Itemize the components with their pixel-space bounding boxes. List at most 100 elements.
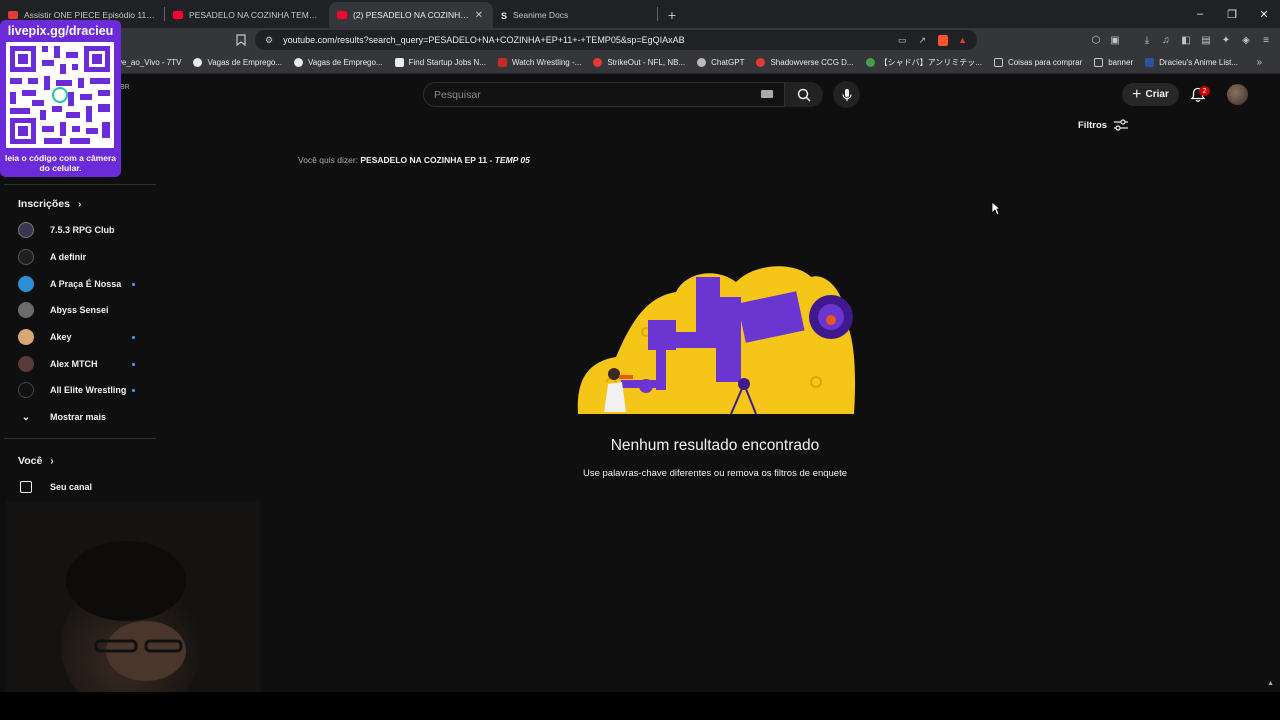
bookmark-favicon-icon bbox=[497, 58, 507, 67]
bookmark-label: Find Startup Jobs N... bbox=[408, 58, 486, 67]
brave-rewards-icon[interactable]: ▲ bbox=[958, 35, 967, 45]
address-bar[interactable]: ⚙ youtube.com/results?search_query=PESAD… bbox=[255, 30, 977, 50]
new-content-dot bbox=[132, 389, 135, 392]
folder-icon bbox=[1094, 58, 1104, 67]
sidebar-subscription[interactable]: A definir bbox=[18, 246, 138, 268]
bookmark-folder[interactable]: banner bbox=[1094, 58, 1133, 67]
bookmark-label: StrikeOut - NFL, NB... bbox=[607, 58, 686, 67]
cast-icon[interactable]: ▭ bbox=[898, 35, 907, 46]
channel-name: A definir bbox=[50, 252, 87, 262]
new-tab-button[interactable]: + bbox=[658, 2, 686, 28]
folder-icon bbox=[993, 58, 1003, 67]
sidebar-subscription[interactable]: A Praça É Nossa bbox=[18, 273, 138, 295]
bookmark-folder[interactable]: Coisas para comprar bbox=[993, 58, 1083, 67]
tab-close-icon[interactable]: ✕ bbox=[473, 10, 485, 21]
sidebar-subscription[interactable]: Akey bbox=[18, 326, 138, 348]
bookmark-label: ve_ao_Vivo - 7TV bbox=[118, 58, 182, 67]
bookmark-item[interactable]: Shadowverse CCG D... bbox=[756, 58, 854, 67]
account-avatar[interactable] bbox=[1227, 84, 1248, 105]
more-bookmarks-icon[interactable]: » bbox=[1256, 57, 1262, 68]
chevron-right-icon: › bbox=[50, 455, 54, 467]
bookmark-item[interactable]: 【シャドバ】アンリミテッ... bbox=[865, 57, 982, 68]
bookmark-item[interactable]: Vagas de Emprego... bbox=[193, 58, 282, 67]
tab-favicon-icon bbox=[8, 11, 18, 19]
bookmark-favicon-icon bbox=[593, 58, 603, 67]
country-code: BR bbox=[120, 84, 130, 91]
channel-avatar bbox=[18, 302, 34, 318]
bookmark-label: Coisas para comprar bbox=[1007, 58, 1083, 67]
channel-name: Alex MTCH bbox=[50, 359, 98, 369]
bookmark-item[interactable]: ve_ao_Vivo - 7TV bbox=[118, 58, 181, 67]
scroll-down-arrow-icon[interactable]: ▲ bbox=[1267, 680, 1274, 687]
browser-tab-active[interactable]: (2) PESADELO NA COZINHA EP ✕ bbox=[329, 2, 493, 28]
voice-search-button[interactable] bbox=[833, 81, 860, 108]
extensions-icon[interactable]: ⬡ bbox=[1089, 33, 1103, 47]
screenshot-icon[interactable]: ▣ bbox=[1108, 33, 1122, 47]
bookmark-item[interactable]: Dracieu's Anime List... bbox=[1145, 58, 1238, 67]
bookmark-label: Vagas de Emprego... bbox=[207, 58, 283, 67]
overlay-title: livepix.gg/dracieu bbox=[7, 24, 114, 38]
bookmark-favicon-icon bbox=[394, 58, 404, 67]
leo-ai-icon[interactable]: ✦ bbox=[1219, 33, 1233, 47]
bookmark-item[interactable]: StrikeOut - NFL, NB... bbox=[593, 58, 685, 67]
sidebar-subscription[interactable]: 7.5.3 RPG Club bbox=[18, 219, 138, 241]
minimize-button[interactable]: – bbox=[1184, 0, 1216, 28]
bookmark-item[interactable]: Watch Wrestling -... bbox=[497, 58, 582, 67]
you-heading[interactable]: Você › bbox=[18, 455, 54, 467]
bookmark-label: Watch Wrestling -... bbox=[511, 58, 582, 67]
filter-sliders-icon bbox=[1114, 119, 1129, 131]
vpn-icon[interactable]: ◈ bbox=[1239, 33, 1253, 47]
bookmark-item[interactable]: Vagas de Emprego... bbox=[294, 58, 383, 67]
livepix-qr-overlay: livepix.gg/dracieu leia o código com a c… bbox=[0, 20, 121, 177]
bookmark-label: Dracieu's Anime List... bbox=[1159, 58, 1239, 67]
subscriptions-heading[interactable]: Inscrições › bbox=[18, 198, 81, 210]
bookmark-favicon-icon bbox=[756, 58, 766, 67]
site-info-icon[interactable]: ⚙ bbox=[265, 35, 273, 46]
suggest-prefix: Você quis dizer: bbox=[298, 155, 359, 165]
close-window-button[interactable]: ✕ bbox=[1248, 0, 1280, 28]
channel-avatar bbox=[18, 356, 34, 372]
search-button[interactable] bbox=[785, 82, 823, 107]
channel-avatar bbox=[18, 382, 34, 398]
plus-icon: + bbox=[1132, 85, 1142, 103]
tab-title: (2) PESADELO NA COZINHA EP bbox=[353, 10, 473, 20]
channel-avatar bbox=[18, 249, 34, 265]
filters-button[interactable]: Filtros bbox=[1078, 118, 1129, 132]
browser-tab[interactable]: PESADELO NA COZINHA TEMPORAD bbox=[165, 2, 329, 28]
bookmark-icon[interactable] bbox=[234, 33, 248, 47]
no-results-illustration bbox=[576, 262, 856, 417]
keyboard-icon[interactable] bbox=[761, 90, 773, 98]
youtube-favicon-icon bbox=[337, 11, 347, 19]
sidebar-icon[interactable]: ◧ bbox=[1179, 33, 1193, 47]
browser-tab[interactable]: S Seanime Docs bbox=[493, 2, 657, 28]
your-channel-link[interactable]: Seu canal bbox=[18, 476, 138, 498]
create-button[interactable]: + Criar bbox=[1122, 83, 1179, 106]
channel-avatar bbox=[18, 329, 34, 345]
sidebar-subscription[interactable]: Alex MTCH bbox=[18, 353, 138, 375]
no-results-subtitle: Use palavras-chave diferentes ou remova … bbox=[582, 468, 848, 479]
subscriptions-label: Inscrições bbox=[18, 198, 70, 210]
your-channel-label: Seu canal bbox=[50, 482, 93, 492]
suggest-query[interactable]: PESADELO NA COZINHA EP 11 - bbox=[360, 155, 492, 165]
channel-avatar bbox=[18, 276, 34, 292]
wallet-icon[interactable]: ▤ bbox=[1199, 33, 1213, 47]
show-more-button[interactable]: ⌄ Mostrar mais bbox=[18, 406, 138, 428]
bookmark-label: Shadowverse CCG D... bbox=[770, 58, 854, 67]
menu-icon[interactable]: ≡ bbox=[1259, 33, 1273, 47]
sidebar-subscription[interactable]: All Elite Wrestling bbox=[18, 379, 138, 401]
tab-title: Assistir ONE PIECE Episódio 1147 On bbox=[24, 10, 156, 20]
suggest-correction[interactable]: TEMP 05 bbox=[495, 155, 530, 165]
search-input[interactable] bbox=[434, 88, 734, 101]
tab-title: Seanime Docs bbox=[513, 10, 569, 20]
download-icon[interactable]: ⤓ bbox=[1140, 33, 1154, 47]
media-icon[interactable]: ♫ bbox=[1159, 33, 1173, 47]
microphone-icon bbox=[841, 88, 852, 101]
bookmarks-bar: ve_ao_Vivo - 7TV Vagas de Emprego... Vag… bbox=[0, 52, 1280, 74]
tab-title: PESADELO NA COZINHA TEMPORAD bbox=[189, 10, 321, 20]
bookmark-item[interactable]: Find Startup Jobs N... bbox=[394, 58, 486, 67]
brave-shield-icon[interactable] bbox=[938, 34, 949, 46]
share-icon[interactable]: ↗ bbox=[919, 35, 927, 46]
sidebar-subscription[interactable]: Abyss Sensei bbox=[18, 299, 138, 321]
restore-button[interactable]: ❐ bbox=[1216, 0, 1248, 28]
bookmark-item[interactable]: ChatGPT bbox=[697, 58, 744, 67]
